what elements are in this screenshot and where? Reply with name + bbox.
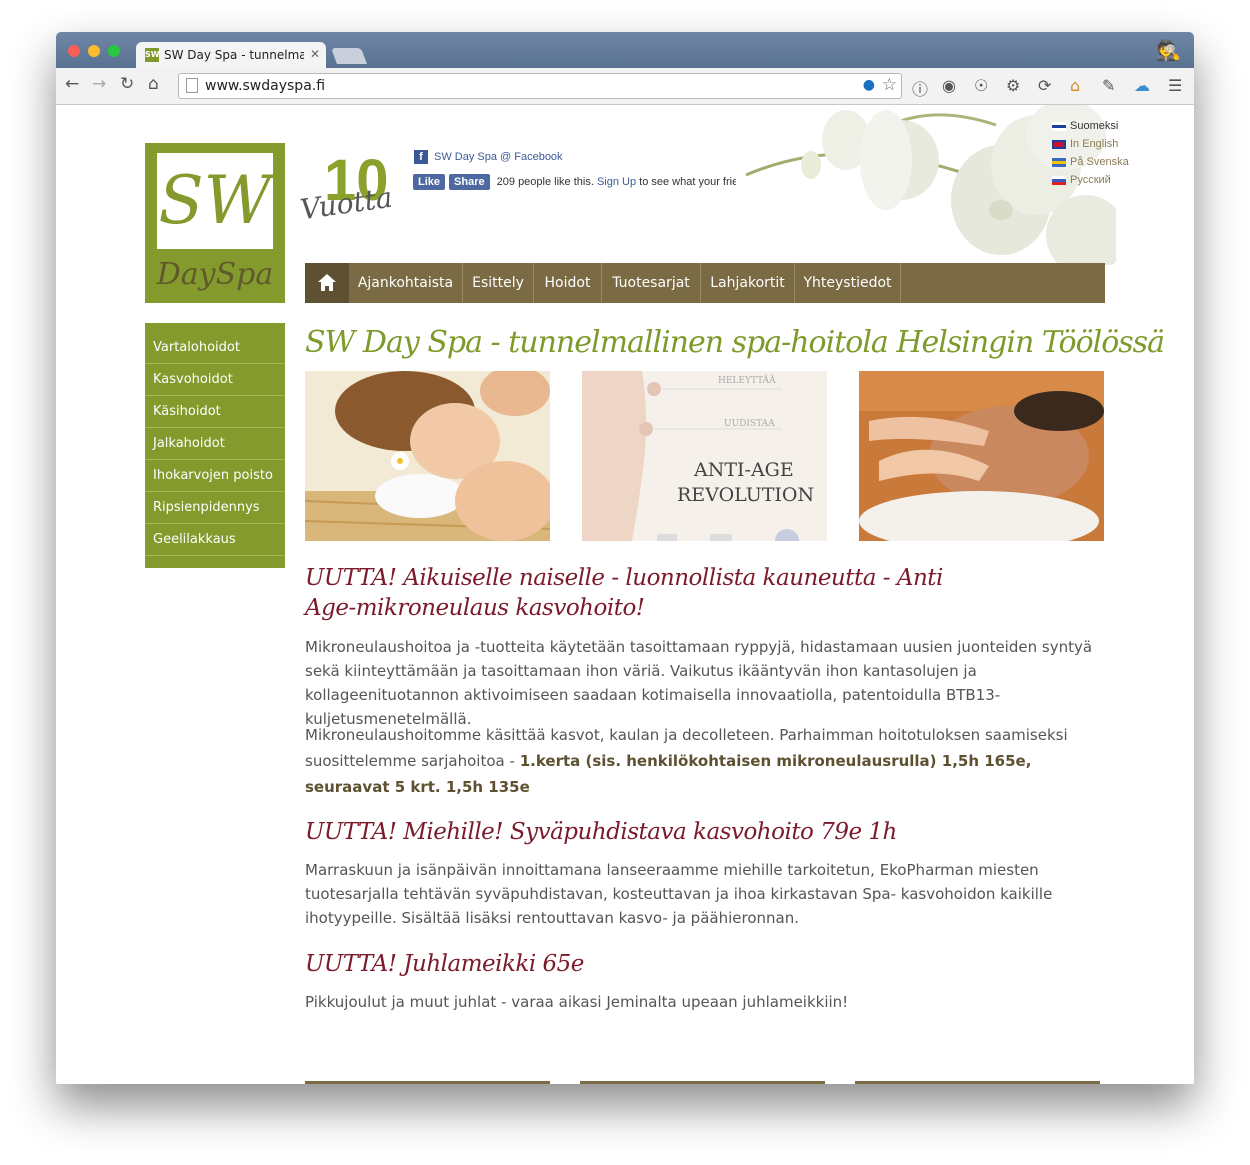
cloud-extension-icon[interactable]: ☁ xyxy=(1134,76,1150,95)
reload-icon[interactable]: ↻ xyxy=(120,74,134,94)
menu-icon[interactable]: ☰ xyxy=(1168,76,1182,95)
russia-flag-icon xyxy=(1052,175,1066,185)
facebook-like-button[interactable]: Like xyxy=(413,174,446,190)
menu-item-tuotesarjat[interactable]: Tuotesarjat xyxy=(602,263,701,303)
section3-title: UUTTA! Juhlameikki 65e xyxy=(305,951,584,977)
image-label-uudistaa: UUDISTAA xyxy=(724,419,775,429)
menu-item-esittely[interactable]: Esittely xyxy=(463,263,534,303)
incognito-icon: 🕵 xyxy=(1156,38,1181,62)
logo-box: SW xyxy=(157,153,273,249)
image-headline-anti-age: ANTI-AGE xyxy=(694,459,794,481)
facebook-share-button[interactable]: Share xyxy=(449,174,490,190)
section1-paragraph2: Mikroneulaushoitomme käsittää kasvot, ka… xyxy=(305,722,1115,800)
menu-home-button[interactable] xyxy=(305,263,349,303)
sidebar-item-ihokarvojen-poisto[interactable]: Ihokarvojen poisto xyxy=(145,460,285,492)
sidebar-item-geelilakkaus[interactable]: Geelilakkaus xyxy=(145,524,285,556)
gear-extension-icon[interactable]: ⚙ xyxy=(1006,76,1020,95)
section3-paragraph: Pikkujoulut ja muut juhlat - varaa aikas… xyxy=(305,993,849,1011)
sidebar-item-jalkahoidot[interactable]: Jalkahoidot xyxy=(145,428,285,460)
home-icon xyxy=(318,274,336,291)
language-selector: Suomeksi In English På Svenska Русский xyxy=(1052,117,1129,189)
menu-item-lahjakortit[interactable]: Lahjakortit xyxy=(701,263,795,303)
anniversary-word: Vuotta xyxy=(298,180,395,227)
url-text[interactable]: www.swdayspa.fi xyxy=(205,78,325,94)
menu-item-ajankohtaista[interactable]: Ajankohtaista xyxy=(349,263,463,303)
bookmark-star-icon[interactable]: ☆ xyxy=(882,75,897,95)
image-label-heleyttaa: HELEYTTÄÄ xyxy=(718,376,776,386)
likes-count-text: 209 people like this. xyxy=(496,176,594,188)
drupal-icon[interactable]: ● xyxy=(863,77,875,93)
tab-close-icon[interactable]: ✕ xyxy=(310,47,320,61)
lang-english[interactable]: In English xyxy=(1052,135,1129,153)
info-extension-icon[interactable]: ⓘ xyxy=(912,76,928,100)
image-headline-revolution: REVOLUTION xyxy=(677,484,815,506)
minimize-window-button[interactable] xyxy=(88,45,100,57)
sidebar-item-ripsienpidennys[interactable]: Ripsienpidennys xyxy=(145,492,285,524)
facebook-icon: f xyxy=(414,150,428,164)
section1-paragraph1: Mikroneulaushoitoa ja -tuotteita käytetä… xyxy=(305,638,1093,728)
bottom-box-1 xyxy=(305,1081,550,1084)
section2-title: UUTTA! Miehille! Syväpuhdistava kasvohoi… xyxy=(305,819,897,845)
close-window-button[interactable] xyxy=(68,45,80,57)
sync-extension-icon[interactable]: ⟳ xyxy=(1038,76,1051,95)
lang-swedish[interactable]: På Svenska xyxy=(1052,153,1129,171)
logo-dayspa-text: DaySpa xyxy=(156,257,274,292)
section1-title: UUTTA! Aikuiselle naiselle - luonnollist… xyxy=(305,565,943,621)
ruler-extension-icon[interactable]: ⌂ xyxy=(1070,76,1080,95)
new-tab-button[interactable] xyxy=(331,48,367,64)
title-bar: SW SW Day Spa - tunnelmallinen ✕ 🕵 xyxy=(56,32,1194,69)
anti-age-image[interactable]: HELEYTTÄÄ UUDISTAA ANTI-AGE REVOLUTION xyxy=(582,371,827,541)
anniversary-badge: 10 Vuotta xyxy=(298,145,400,245)
face-illustration xyxy=(582,371,799,541)
browser-tab[interactable]: SW SW Day Spa - tunnelmallinen ✕ xyxy=(136,42,326,69)
bottom-box-2 xyxy=(580,1081,825,1084)
sidebar-item-kasvohoidot[interactable]: Kasvohoidot xyxy=(145,364,285,396)
tab-favicon: SW xyxy=(145,48,160,62)
eye-extension-icon[interactable]: ☉ xyxy=(974,76,988,95)
signup-link[interactable]: Sign Up xyxy=(597,176,636,188)
edit-extension-icon[interactable]: ✎ xyxy=(1102,76,1115,95)
bottom-box-3 xyxy=(855,1081,1100,1084)
sweden-flag-icon xyxy=(1052,157,1066,167)
facebook-link[interactable]: f SW Day Spa @ Facebook xyxy=(414,150,563,164)
page-icon xyxy=(186,78,198,93)
woman-massage-image[interactable] xyxy=(305,371,550,541)
lang-russian[interactable]: Русский xyxy=(1052,171,1129,189)
browser-toolbar: ← → ↻ ⌂ www.swdayspa.fi ● ☆ ⓘ ◉ ☉ ⚙ ⟳ ⌂ … xyxy=(56,68,1194,105)
home-icon[interactable]: ⌂ xyxy=(148,74,159,94)
zoom-window-button[interactable] xyxy=(108,45,120,57)
main-menu: Ajankohtaista Esittely Hoidot Tuotesarja… xyxy=(305,263,1105,303)
back-icon[interactable]: ← xyxy=(65,74,79,94)
sidebar-item-vartalohoidot[interactable]: Vartalohoidot xyxy=(145,332,285,364)
section2-paragraph: Marraskuun ja isänpäivän innoittamana la… xyxy=(305,861,1053,927)
menu-item-yhteystiedot[interactable]: Yhteystiedot xyxy=(795,263,901,303)
finland-flag-icon xyxy=(1052,121,1066,131)
facebook-like-row: Like Share 209 people like this. Sign Up … xyxy=(413,174,779,190)
lang-finnish[interactable]: Suomeksi xyxy=(1052,117,1129,135)
browser-window: SW SW Day Spa - tunnelmallinen ✕ 🕵 ← → ↻… xyxy=(56,32,1194,1084)
logo-sw-text: SW xyxy=(158,162,272,239)
forward-icon[interactable]: → xyxy=(92,74,106,94)
sidebar-item-kasihoidot[interactable]: Käsihoidot xyxy=(145,396,285,428)
sidebar-menu: Vartalohoidot Kasvohoidot Käsihoidot Jal… xyxy=(145,323,285,568)
site-logo[interactable]: SW DaySpa xyxy=(145,143,285,303)
uk-flag-icon xyxy=(1052,139,1066,149)
facebook-link-text: SW Day Spa @ Facebook xyxy=(434,150,563,163)
tab-title: SW Day Spa - tunnelmallinen xyxy=(164,48,304,62)
man-facial-image[interactable] xyxy=(859,371,1104,541)
page-title: SW Day Spa - tunnelmallinen spa-hoitola … xyxy=(305,325,1165,360)
page-viewport: SW DaySpa 10 Vuotta f SW Day Spa @ Facebo… xyxy=(56,105,1194,1084)
address-bar[interactable]: www.swdayspa.fi ● ☆ xyxy=(178,73,902,99)
menu-item-hoidot[interactable]: Hoidot xyxy=(534,263,602,303)
color-extension-icon[interactable]: ◉ xyxy=(942,76,956,95)
